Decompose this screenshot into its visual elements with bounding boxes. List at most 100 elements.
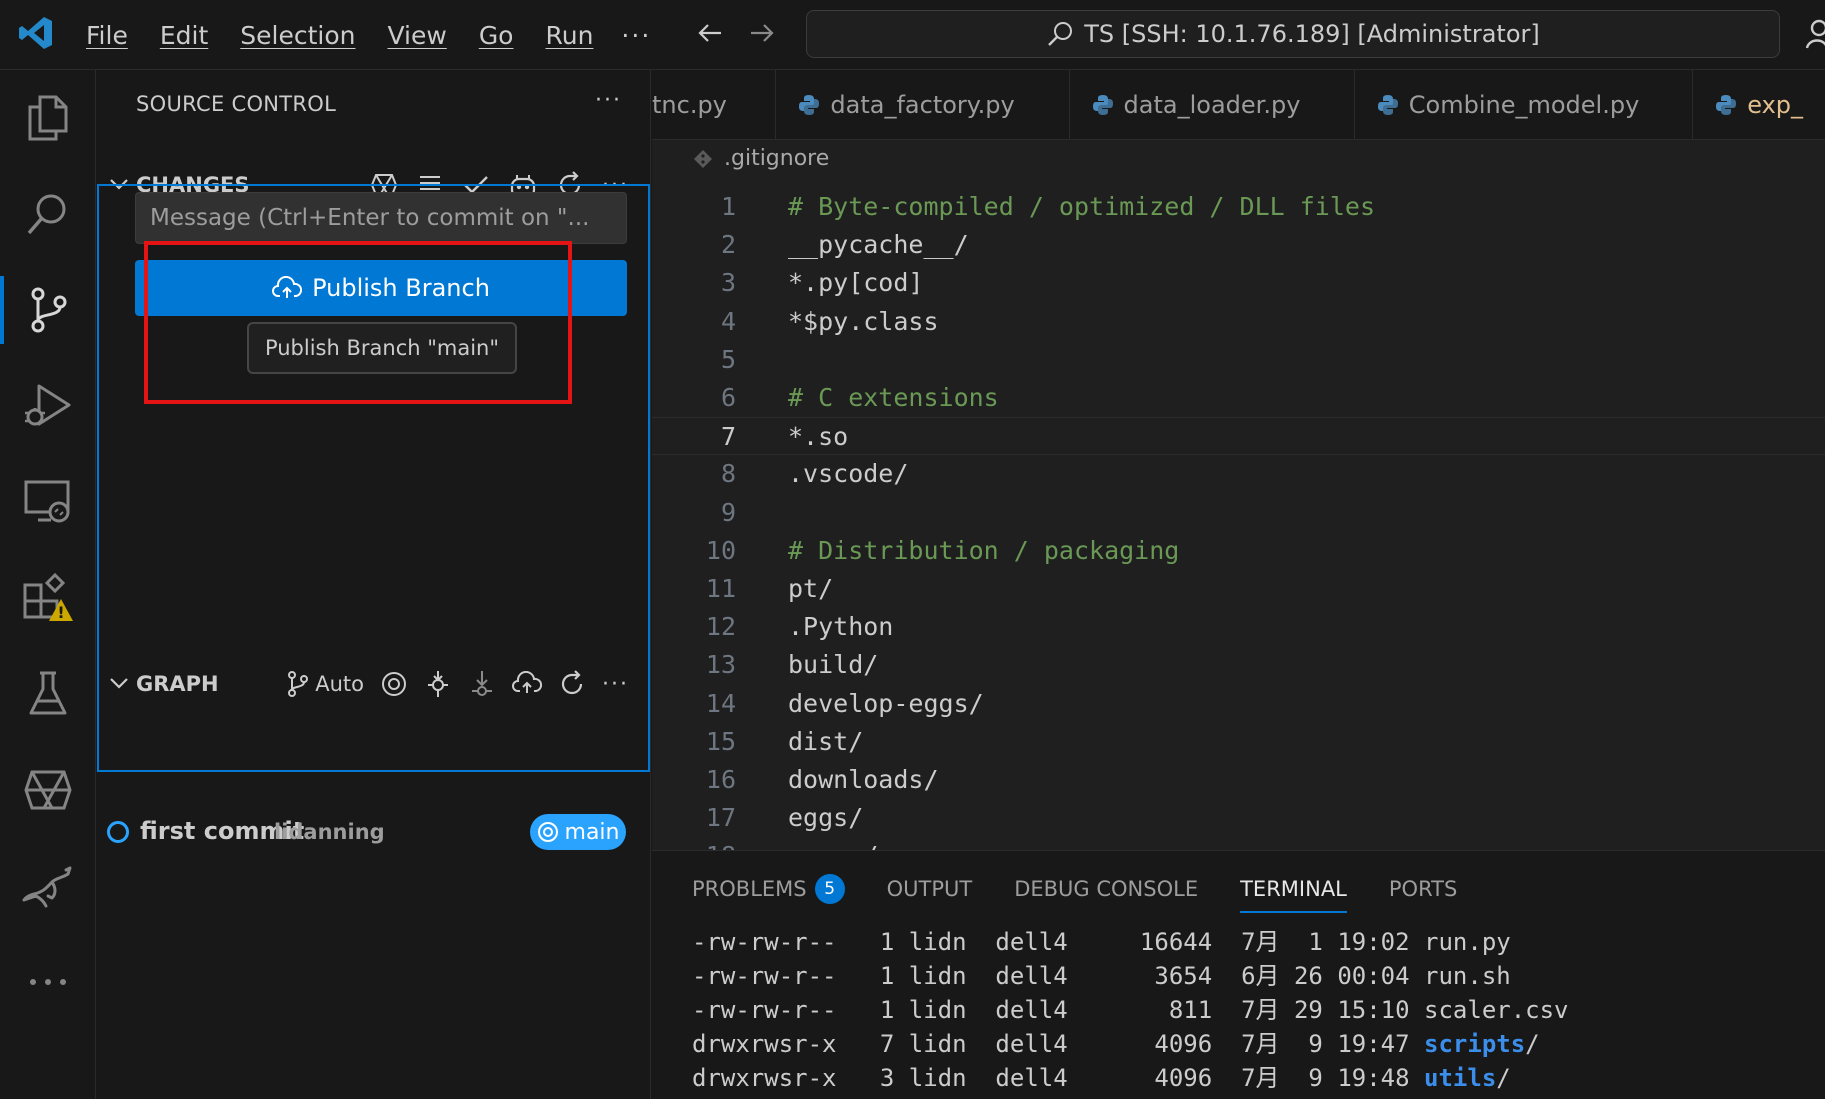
python-file-icon (1092, 95, 1113, 115)
kangaroo-extension-icon[interactable] (0, 838, 96, 934)
terminal-line: -rw-rw-r-- 1 lidn dell4 16644 7月 1 19:02… (692, 928, 1511, 956)
menu-edit[interactable]: Edit (160, 21, 208, 50)
tab-data-loader[interactable]: data_loader.py (1070, 70, 1355, 140)
code-line[interactable]: 4 *$py.class (652, 303, 1825, 341)
code-line[interactable]: 2 __pycache__/ (652, 226, 1825, 264)
line-text: dist/ (788, 726, 864, 756)
code-line[interactable]: 6 # C extensions (652, 379, 1825, 417)
vscode-logo-icon (19, 17, 52, 49)
activity-bar: ! (0, 70, 96, 1099)
line-text: *.py[cod] (788, 268, 924, 298)
directory-name: utils (1424, 1064, 1497, 1092)
refresh-icon[interactable] (558, 670, 586, 698)
sidebar-more-button[interactable]: ··· (595, 88, 622, 113)
menu-file[interactable]: File (86, 21, 128, 50)
tab-label: DEBUG CONSOLE (1014, 877, 1199, 901)
graph-auto-filter[interactable]: Auto (287, 670, 364, 698)
tab-exp[interactable]: exp_ (1693, 70, 1825, 140)
code-view[interactable]: 1 # Byte-compiled / optimized / DLL files… (652, 188, 1825, 918)
code-line[interactable]: 15 dist/ (652, 723, 1825, 761)
remote-explorer-icon[interactable] (0, 454, 96, 550)
graph-section-header[interactable]: GRAPH Auto ··· (97, 662, 651, 706)
extensions-icon[interactable]: ! (0, 550, 96, 646)
code-line[interactable]: 3 *.py[cod] (652, 264, 1825, 302)
bottom-panel: PROBLEMS 5 OUTPUT DEBUG CONSOLE TERMINAL… (652, 850, 1825, 1099)
menu-run[interactable]: Run (545, 21, 593, 50)
tab-problems[interactable]: PROBLEMS 5 (692, 869, 845, 909)
tab-output[interactable]: OUTPUT (887, 869, 973, 909)
line-text: __pycache__/ (788, 230, 969, 260)
menu-go[interactable]: Go (479, 21, 514, 50)
branch-badge[interactable]: main (530, 814, 626, 850)
more-views-icon[interactable] (0, 934, 96, 1030)
tab-combine-model[interactable]: Combine_model.py (1355, 70, 1694, 140)
source-control-icon[interactable] (0, 262, 96, 358)
sidebar-title: SOURCE CONTROL (136, 92, 337, 116)
tab-debug-console[interactable]: DEBUG CONSOLE (1014, 869, 1198, 909)
graph-more-button[interactable]: ··· (602, 672, 629, 697)
tab-tnc[interactable]: tnc.py (652, 70, 777, 140)
commit-message-input[interactable]: Message (Ctrl+Enter to commit on "... (135, 192, 627, 244)
code-line[interactable]: 14 develop-eggs/ (652, 685, 1825, 723)
forward-arrow-icon[interactable] (747, 18, 777, 48)
tab-data-factory[interactable]: data_factory.py (776, 70, 1070, 140)
line-number: 16 (705, 765, 736, 794)
menu-bar: File Edit Selection View Go Run ··· (86, 0, 683, 70)
explorer-icon[interactable] (0, 70, 96, 166)
target-icon (537, 822, 558, 842)
line-text: # Distribution / packaging (788, 535, 1180, 565)
code-line[interactable]: 8 .vscode/ (652, 455, 1825, 493)
code-line[interactable]: 13 build/ (652, 646, 1825, 684)
line-text: develop-eggs/ (788, 688, 984, 718)
gitlens-icon[interactable] (0, 742, 96, 838)
tab-ports[interactable]: PORTS (1389, 869, 1457, 909)
git-file-icon (694, 149, 712, 168)
search-activity-icon[interactable] (0, 166, 96, 262)
code-line[interactable]: 16 downloads/ (652, 761, 1825, 799)
code-line[interactable]: 5 (652, 341, 1825, 379)
menu-selection[interactable]: Selection (240, 21, 355, 50)
editor-area: tnc.py data_factory.py data_loader.py Co… (652, 70, 1825, 870)
terminal-output[interactable]: -rw-rw-r-- 1 lidn dell4 16644 7月 1 19:02… (692, 925, 1569, 1095)
line-text: *$py.class (788, 306, 939, 336)
line-number: 3 (720, 268, 736, 298)
fetch-icon[interactable] (424, 669, 452, 699)
testing-icon[interactable] (0, 646, 96, 742)
accounts-icon[interactable] (1805, 18, 1825, 50)
line-text: eggs/ (788, 803, 864, 833)
line-number: 12 (705, 612, 736, 642)
code-line[interactable]: 9 (652, 494, 1825, 532)
pull-icon[interactable] (468, 669, 496, 699)
line-text: downloads/ (788, 765, 939, 794)
tab-label: TERMINAL (1240, 877, 1347, 901)
line-text: # Byte-compiled / optimized / DLL files (788, 192, 1375, 221)
command-center[interactable]: TS [SSH: 10.1.76.189] [Administrator] (806, 10, 1780, 58)
line-number: 15 (705, 726, 736, 756)
code-line[interactable]: 10 # Distribution / packaging (652, 532, 1825, 570)
code-line[interactable]: 11 pt/ (652, 570, 1825, 608)
menu-more[interactable]: ··· (621, 21, 651, 50)
line-text: .vscode/ (788, 459, 909, 489)
code-line[interactable]: 7 *.so (652, 417, 1825, 456)
back-arrow-icon[interactable] (695, 18, 725, 48)
python-file-icon (1377, 95, 1398, 115)
line-text: pt/ (788, 574, 834, 603)
line-number: 8 (720, 459, 736, 489)
tab-label: PROBLEMS (692, 877, 807, 901)
code-line[interactable]: 12 .Python (652, 608, 1825, 646)
code-line[interactable]: 1 # Byte-compiled / optimized / DLL files (652, 188, 1825, 226)
breadcrumb[interactable]: .gitignore (692, 146, 829, 171)
code-line[interactable]: 17 eggs/ (652, 799, 1825, 837)
python-file-icon (1716, 95, 1737, 115)
run-debug-icon[interactable] (0, 358, 96, 454)
tab-terminal[interactable]: TERMINAL (1240, 869, 1347, 913)
line-text: .Python (788, 612, 894, 642)
push-cloud-icon[interactable] (512, 671, 543, 697)
graph-auto-label: Auto (315, 672, 365, 696)
highlight-box (144, 241, 572, 404)
target-icon[interactable] (380, 670, 408, 698)
line-number: 14 (705, 688, 736, 718)
commit-author: lidanning (274, 820, 385, 844)
graph-commit-row[interactable]: first commit lidanning main (97, 810, 651, 854)
menu-view[interactable]: View (387, 21, 446, 50)
